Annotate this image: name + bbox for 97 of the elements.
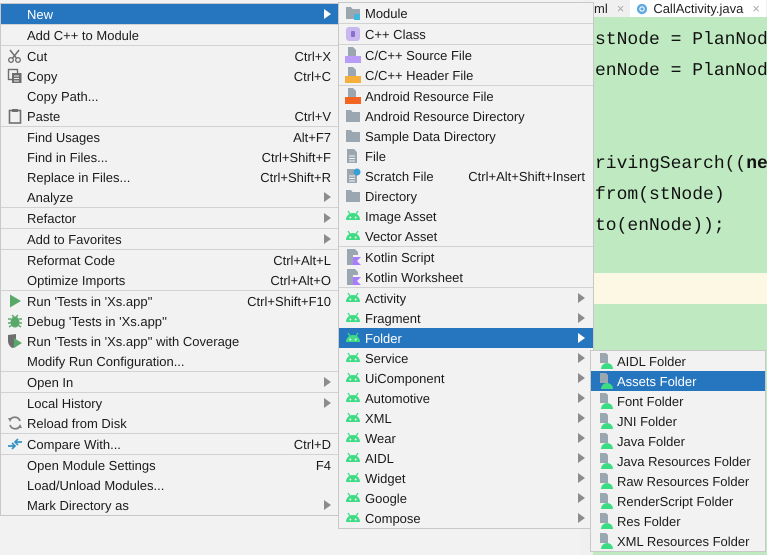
menu-item[interactable]: Widget [339,468,593,488]
menu-item[interactable]: UiComponent [339,368,593,388]
menu-item[interactable]: Refactor [1,208,339,228]
menu-item[interactable]: Load/Unload Modules... [1,475,339,495]
play-icon [7,293,23,309]
menu-item[interactable]: Raw Resources Folder [591,471,765,491]
android-folder-icon [597,433,613,449]
menu-item[interactable]: RenderScript Folder [591,491,765,511]
menu-item[interactable]: Debug 'Tests in 'Xs.app'' [1,311,339,331]
menu-item[interactable]: Replace in Files... Ctrl+Shift+R [1,167,339,187]
copy-icon [7,68,23,84]
menu-item[interactable]: Vector Asset [339,226,593,246]
android-folder-icon [597,493,613,509]
android-folder-icon [597,533,613,549]
menu-item[interactable]: Image Asset [339,206,593,226]
menu-item[interactable]: Open In [1,372,339,392]
menu-item[interactable]: Sample Data Directory [339,126,593,146]
menu-item[interactable]: Scratch File Ctrl+Alt+Shift+Insert [339,166,593,186]
menu-item[interactable]: Service [339,348,593,368]
menu-item[interactable]: Open Module Settings F4 [1,455,339,475]
menu-item[interactable]: Kotlin Script [339,247,593,267]
menu-item[interactable]: Run 'Tests in 'Xs.app'' Ctrl+Shift+F10 [1,291,339,311]
android-folder-icon [597,473,613,489]
menu-item[interactable]: Analyze [1,187,339,207]
menu-item[interactable]: Res Folder [591,511,765,531]
folder-icon [345,188,361,204]
menu-item[interactable]: Automotive [339,388,593,408]
menu-item[interactable]: Compose [339,508,593,528]
menu-item[interactable]: Wear [339,428,593,448]
reload-icon [7,415,23,431]
scissors-icon [7,48,23,64]
menu-item[interactable]: Add C++ to Module [1,25,339,45]
android-folder-icon [597,373,613,389]
menu-item[interactable]: Module [339,3,593,23]
menu-item[interactable]: Compare With... Ctrl+D [1,434,339,454]
android-folder-icon [597,413,613,429]
menu-item[interactable]: Mark Directory as [1,495,339,515]
menu-item[interactable]: Copy Path... [1,86,339,106]
menu-item[interactable]: Kotlin Worksheet [339,267,593,287]
menu-item[interactable]: Find in Files... Ctrl+Shift+F [1,147,339,167]
file-icon [345,47,361,63]
menu-item[interactable]: Cut Ctrl+X [1,46,339,66]
menu-item[interactable]: Reformat Code Ctrl+Alt+L [1,250,339,270]
menu-item[interactable]: Font Folder [591,391,765,411]
code-line: enNode = PlanNod [594,60,767,83]
menu-item[interactable]: C/C++ Source File [339,45,593,65]
menu-item[interactable]: JNI Folder [591,411,765,431]
menu-item[interactable]: Folder [339,328,593,348]
menu-item[interactable]: Fragment [339,308,593,328]
folder-icon [345,108,361,124]
file-icon [345,88,361,104]
class-icon [345,26,361,42]
bug-icon [7,313,23,329]
android-folder-icon [597,393,613,409]
module-folder-icon [345,5,361,21]
menu-item[interactable]: Assets Folder [591,371,765,391]
compare-arrows-icon [7,436,23,452]
menu-item[interactable]: C++ Class [339,24,593,44]
menu-item[interactable]: Run 'Tests in 'Xs.app'' with Coverage [1,331,339,351]
menu-item[interactable]: XML Resources Folder [591,531,765,551]
menu-item[interactable]: File [339,146,593,166]
menu-item[interactable]: Reload from Disk [1,413,339,433]
menu-item[interactable]: Android Resource Directory [339,106,593,126]
menu-item[interactable]: Copy Ctrl+C [1,66,339,86]
menu-item[interactable]: Modify Run Configuration... [1,351,339,371]
menu-item[interactable]: Java Resources Folder [591,451,765,471]
editor-tab[interactable]: CallActivity.java × [630,0,766,17]
clipboard-icon [7,108,23,124]
kotlin-file-icon [345,249,361,265]
menu-item[interactable]: Android Resource File [339,86,593,106]
android-folder-icon [597,353,613,369]
menu-item[interactable]: C/C++ Header File [339,65,593,85]
file-icon [345,67,361,83]
folder-icon [345,128,361,144]
menu-item[interactable]: AIDL Folder [591,351,765,371]
menu-item[interactable]: Google [339,488,593,508]
menu-item[interactable]: AIDL [339,448,593,468]
kotlin-file-icon [345,269,361,285]
menu-item[interactable]: XML [339,408,593,428]
menu-item[interactable]: Paste Ctrl+V [1,106,339,126]
menu-item[interactable]: Activity [339,288,593,308]
menu-item[interactable]: Add to Favorites [1,229,339,249]
android-folder-icon [597,513,613,529]
menu-item[interactable]: New [1,4,339,24]
class-file-icon [636,2,648,14]
menu-item[interactable]: Directory [339,186,593,206]
code-line: rivingSearch((ne [594,153,767,176]
coverage-icon [7,333,23,349]
menu-item[interactable]: Java Folder [591,431,765,451]
code-line: stNode = PlanNod [594,29,767,52]
file-icon [345,168,361,184]
menu-item[interactable]: Find Usages Alt+F7 [1,127,339,147]
code-line: to(enNode)); [594,215,726,238]
menu-item[interactable]: Local History [1,393,339,413]
code-line: from(stNode) [594,184,726,207]
menu-item[interactable]: Optimize Imports Ctrl+Alt+O [1,270,339,290]
android-folder-icon [597,453,613,469]
